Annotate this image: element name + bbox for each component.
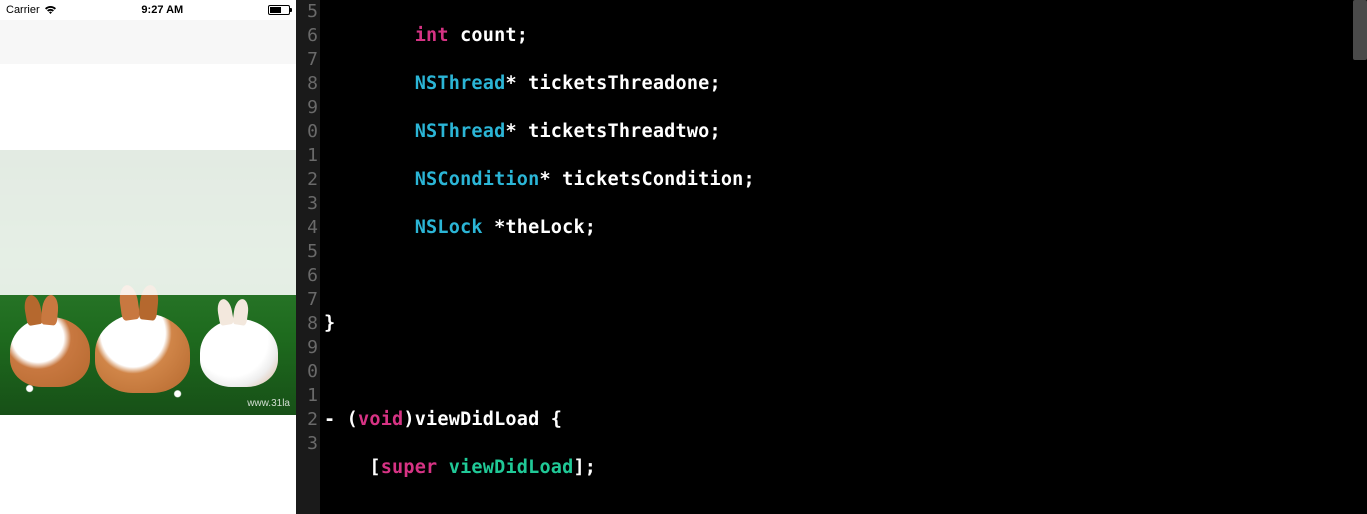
code-line: NSThread* ticketsThreadone;: [324, 72, 1367, 96]
watermark: www.31la: [247, 398, 290, 409]
code-line: int count;: [324, 24, 1367, 48]
code-line: NSCondition* ticketsCondition;: [324, 168, 1367, 192]
code-line: [324, 360, 1367, 384]
line-number-gutter: 5 6 7 8 9 0 1 2 3 4 5 6 7 8 9 0 1 2 3: [296, 0, 320, 514]
battery-icon: [268, 5, 290, 15]
code-content[interactable]: int count; NSThread* ticketsThreadone; N…: [320, 0, 1367, 514]
wifi-icon: [44, 5, 57, 15]
ios-simulator: Carrier 9:27 AM www.31la: [0, 0, 296, 514]
white-overlay: [0, 150, 296, 295]
code-line: }: [324, 312, 1367, 336]
simulator-screen: www.31la: [0, 20, 296, 514]
code-line: [324, 264, 1367, 288]
code-line: - (void)viewDidLoad {: [324, 408, 1367, 432]
clock: 9:27 AM: [141, 4, 183, 16]
code-line: NSThread* ticketsThreadtwo;: [324, 120, 1367, 144]
code-line: NSLock *theLock;: [324, 216, 1367, 240]
navigation-bar: [0, 20, 296, 64]
code-line: [super viewDidLoad];: [324, 456, 1367, 480]
code-line: [324, 504, 1367, 514]
carrier-label: Carrier: [6, 4, 40, 16]
code-editor[interactable]: 5 6 7 8 9 0 1 2 3 4 5 6 7 8 9 0 1 2 3 in…: [296, 0, 1367, 514]
scrollbar-thumb[interactable]: [1353, 0, 1367, 60]
image-view: www.31la: [0, 150, 296, 415]
status-bar: Carrier 9:27 AM: [0, 0, 296, 20]
